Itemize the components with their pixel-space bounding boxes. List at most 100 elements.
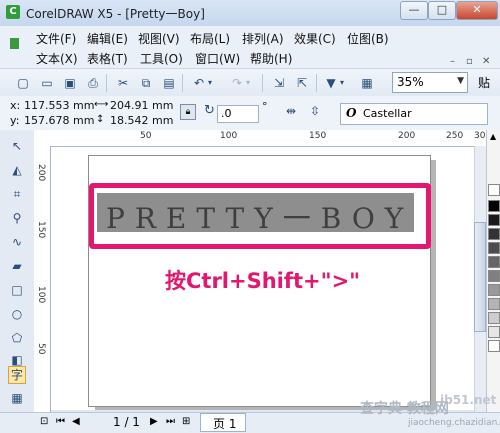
save-icon[interactable]: ▣ [61, 74, 79, 92]
height-icon: ↕ [96, 114, 105, 125]
next-page-icon[interactable]: ▶ [150, 416, 158, 427]
open-icon[interactable]: ▭ [38, 74, 56, 92]
print-icon[interactable]: ⎙ [84, 74, 102, 92]
zoom-level-select[interactable]: 35% ▼ [392, 72, 468, 93]
shortcut-instruction: 按Ctrl+Shift+">" [165, 269, 361, 293]
pick-tool-icon[interactable]: ↖ [9, 138, 25, 154]
menu-bitmaps[interactable]: 位图(B) [347, 30, 389, 47]
doc-restore-icon[interactable]: ▫ [466, 56, 473, 67]
menu-layout[interactable]: 布局(L) [190, 30, 230, 47]
menu-help[interactable]: 帮助(H) [250, 50, 292, 67]
menu-bar: 文件(F) 编辑(E) 视图(V) 布局(L) 排列(A) 效果(C) 位图(B… [0, 26, 500, 68]
color-swatch[interactable] [488, 312, 500, 324]
minimize-button[interactable]: — [400, 1, 428, 20]
annotation-frame [89, 183, 431, 249]
crop-tool-icon[interactable]: ⌗ [9, 186, 25, 202]
ellipse-tool-icon[interactable]: ○ [9, 306, 25, 322]
color-swatch[interactable] [488, 270, 500, 282]
color-swatch[interactable] [488, 298, 500, 310]
add-page-icon[interactable]: ⊞ [182, 416, 190, 427]
angle-value: .0 [221, 107, 232, 120]
undo-dropdown-icon[interactable]: ▾ [205, 74, 215, 92]
menu-table[interactable]: 表格(T) [87, 50, 128, 67]
color-swatch[interactable] [488, 326, 500, 338]
color-swatch[interactable] [488, 340, 500, 352]
doc-close-icon[interactable]: ✕ [482, 56, 490, 67]
snap-to-button[interactable]: 贴 [478, 74, 490, 91]
width-icon: ⟷ [94, 99, 109, 110]
opentype-font-icon: O [346, 106, 357, 120]
x-position-label: x: [10, 99, 21, 112]
color-swatch[interactable] [488, 200, 500, 212]
x-position-field[interactable]: 117.553 mm [24, 99, 94, 112]
font-select[interactable]: O Castellar [340, 103, 488, 125]
cut-icon[interactable]: ✂ [114, 74, 132, 92]
table-tool-icon[interactable]: ▦ [9, 390, 25, 406]
close-button[interactable]: ✕ [456, 1, 498, 20]
previous-page-icon[interactable]: ◀ [72, 416, 80, 427]
redo-dropdown-icon[interactable]: ▾ [243, 74, 253, 92]
menu-effects[interactable]: 效果(C) [294, 30, 336, 47]
color-swatch[interactable] [488, 256, 500, 268]
ruler-tick-label: 200 [398, 131, 416, 141]
new-document-icon[interactable]: ▢ [14, 74, 32, 92]
ruler-tick-label: 100 [220, 131, 238, 141]
launcher-dropdown-icon[interactable]: ▾ [337, 74, 347, 92]
fit-page-icon[interactable]: ⊡ [40, 416, 48, 427]
menu-arrange[interactable]: 排列(A) [242, 30, 284, 47]
page-tab[interactable]: 页 1 [200, 413, 246, 432]
last-page-icon[interactable]: ⏭ [166, 416, 175, 427]
no-fill-swatch[interactable] [488, 184, 500, 196]
shape-tool-icon[interactable]: ◭ [9, 162, 25, 178]
menu-text[interactable]: 文本(X) [36, 50, 78, 67]
angle-field[interactable]: .0 [217, 105, 259, 123]
color-swatch[interactable] [488, 214, 500, 226]
paste-icon[interactable]: ▤ [160, 74, 178, 92]
toolbox: ↖ ◭ ⌗ ⚲ ∿ ▰ □ ○ ⬠ ◧ 字 ▦ [0, 130, 35, 412]
first-page-icon[interactable]: ⏮ [56, 416, 65, 427]
menu-tools[interactable]: 工具(O) [140, 50, 183, 67]
height-field[interactable]: 18.542 mm [110, 114, 173, 127]
zoom-level-value: 35% [397, 75, 424, 89]
polygon-tool-icon[interactable]: ⬠ [9, 330, 25, 346]
smart-fill-tool-icon[interactable]: ▰ [9, 258, 25, 274]
menu-window[interactable]: 窗口(W) [195, 50, 240, 67]
color-palette: ▲ [486, 130, 500, 412]
restore-button[interactable]: □ [428, 1, 456, 20]
palette-scroll-up-icon[interactable]: ▲ [490, 132, 496, 141]
ruler-tick-label: 50 [140, 131, 152, 141]
toolbar-separator [106, 74, 107, 92]
mirror-horizontal-icon[interactable]: ⇹ [286, 104, 296, 118]
color-swatch[interactable] [488, 242, 500, 254]
menu-view[interactable]: 视图(V) [138, 30, 180, 47]
ruler-tick-label: 100 [36, 286, 46, 304]
document-icon [10, 38, 19, 49]
watermark-url: jiaocheng.chazidian.com [408, 418, 500, 428]
freehand-tool-icon[interactable]: ∿ [9, 234, 25, 250]
ruler-tick-label: 150 [36, 221, 46, 239]
zoom-tool-icon[interactable]: ⚲ [9, 210, 25, 226]
color-swatch[interactable] [488, 284, 500, 296]
page-tab-label: 页 1 [213, 417, 237, 431]
mirror-vertical-icon[interactable]: ⇳ [310, 104, 320, 118]
scrollbar-thumb[interactable] [474, 222, 486, 332]
menu-file[interactable]: 文件(F) [36, 30, 76, 47]
lock-ratio-icon[interactable]: 🔒︎ [180, 104, 196, 120]
color-swatch[interactable] [488, 228, 500, 240]
import-icon[interactable]: ⇲ [270, 74, 288, 92]
watermark-brand: 查字典 教程网 [360, 401, 449, 417]
text-tool-icon[interactable]: 字 [8, 366, 26, 384]
toolbar-separator [316, 74, 317, 92]
export-icon[interactable]: ⇱ [293, 74, 311, 92]
welcome-screen-icon[interactable]: ▦ [358, 74, 376, 92]
menu-edit[interactable]: 编辑(E) [87, 30, 128, 47]
page-count: 1 / 1 [113, 415, 140, 429]
rectangle-tool-icon[interactable]: □ [9, 282, 25, 298]
y-position-label: y: [10, 114, 20, 127]
doc-minimize-icon[interactable]: – [450, 56, 455, 67]
y-position-field[interactable]: 157.678 mm [24, 114, 94, 127]
angle-unit: ° [262, 100, 268, 113]
horizontal-ruler: 50 100 150 200 250 300 [34, 130, 491, 147]
copy-icon[interactable]: ⧉ [137, 74, 155, 92]
width-field[interactable]: 204.91 mm [110, 99, 173, 112]
